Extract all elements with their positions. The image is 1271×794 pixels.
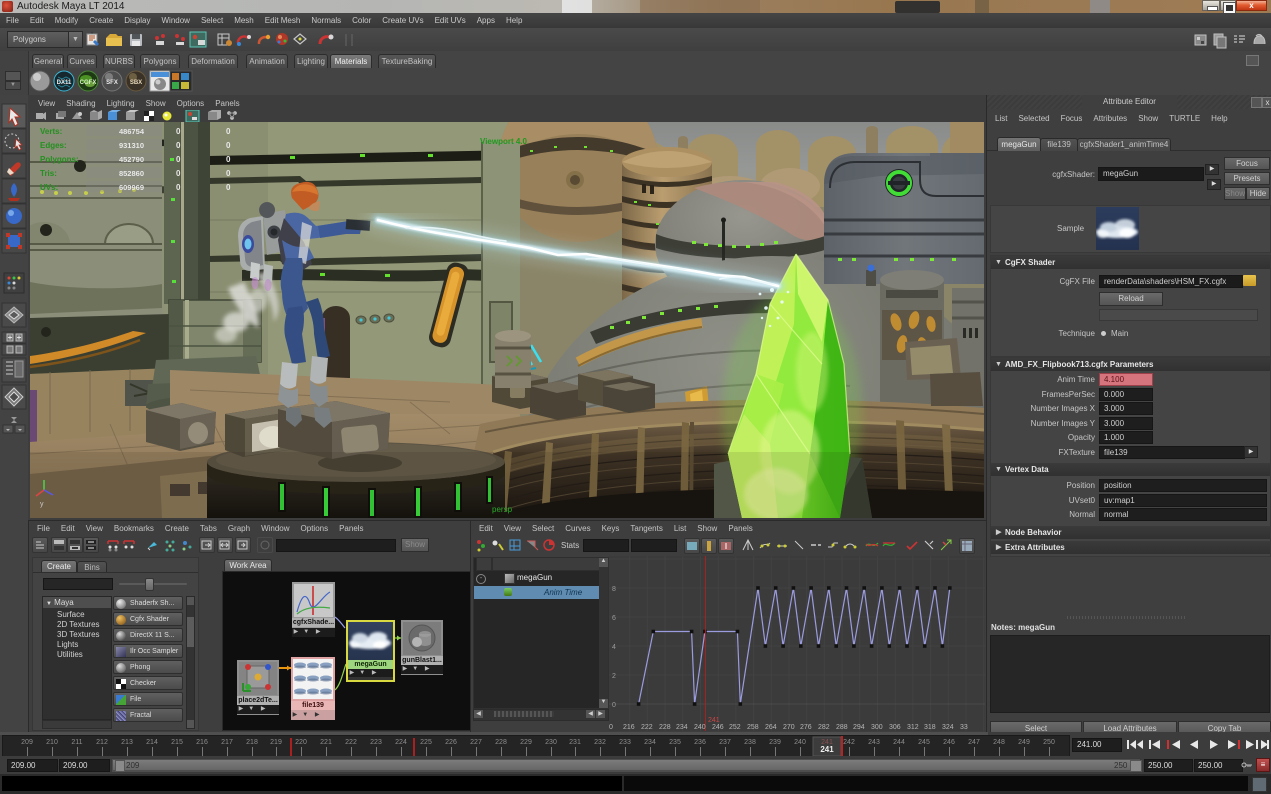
svg-text:221: 221 xyxy=(320,739,332,746)
svg-text:233: 233 xyxy=(619,739,631,746)
svg-text:6: 6 xyxy=(612,615,616,622)
svg-text:215: 215 xyxy=(171,739,183,746)
svg-text:452790: 452790 xyxy=(119,155,144,164)
svg-text:0: 0 xyxy=(176,169,181,178)
svg-text:239: 239 xyxy=(769,739,781,746)
svg-text:237: 237 xyxy=(719,739,731,746)
svg-text:8: 8 xyxy=(612,586,616,593)
svg-text:247: 247 xyxy=(968,739,980,746)
svg-text:234: 234 xyxy=(644,739,656,746)
svg-text:241: 241 xyxy=(821,739,833,746)
svg-text:Verts:: Verts: xyxy=(40,127,62,136)
svg-text:225: 225 xyxy=(420,739,432,746)
svg-text:231: 231 xyxy=(569,739,581,746)
svg-text:DX11: DX11 xyxy=(57,80,72,86)
svg-text:2: 2 xyxy=(612,673,616,680)
svg-text:Viewport 4.0: Viewport 4.0 xyxy=(480,137,528,146)
svg-text:SFX: SFX xyxy=(106,80,118,86)
svg-text:243: 243 xyxy=(868,739,880,746)
svg-text:232: 232 xyxy=(594,739,606,746)
svg-text:4: 4 xyxy=(612,644,616,651)
svg-text:609969: 609969 xyxy=(119,183,144,192)
svg-text:212: 212 xyxy=(96,739,108,746)
svg-text:y: y xyxy=(40,501,44,508)
svg-text:240: 240 xyxy=(794,739,806,746)
svg-text:228: 228 xyxy=(495,739,507,746)
svg-text:224: 224 xyxy=(395,739,407,746)
svg-text:217: 217 xyxy=(221,739,233,746)
svg-text:0: 0 xyxy=(176,127,181,136)
svg-text:235: 235 xyxy=(669,739,681,746)
svg-text:216: 216 xyxy=(196,739,208,746)
svg-text:238: 238 xyxy=(744,739,756,746)
svg-text:226: 226 xyxy=(445,739,457,746)
svg-text:248: 248 xyxy=(993,739,1005,746)
svg-text:0: 0 xyxy=(226,127,231,136)
svg-text:242: 242 xyxy=(843,739,855,746)
svg-text:227: 227 xyxy=(470,739,482,746)
svg-text:CGFX: CGFX xyxy=(80,80,97,86)
svg-text:213: 213 xyxy=(121,739,133,746)
svg-text:229: 229 xyxy=(520,739,532,746)
svg-text:223: 223 xyxy=(370,739,382,746)
svg-text:210: 210 xyxy=(46,739,58,746)
svg-text:209: 209 xyxy=(21,739,33,746)
svg-text:0: 0 xyxy=(612,702,616,709)
svg-text:211: 211 xyxy=(71,739,82,746)
svg-text:0: 0 xyxy=(226,183,231,192)
svg-text:persp: persp xyxy=(492,505,513,514)
svg-text:Edges:: Edges: xyxy=(40,141,67,150)
svg-text:852860: 852860 xyxy=(119,169,144,178)
svg-text:241: 241 xyxy=(708,717,720,724)
svg-text:0: 0 xyxy=(176,155,181,164)
svg-text:931310: 931310 xyxy=(119,141,144,150)
svg-text:0: 0 xyxy=(176,141,181,150)
svg-text:245: 245 xyxy=(918,739,930,746)
svg-text:249: 249 xyxy=(1018,739,1030,746)
svg-text:0: 0 xyxy=(176,183,181,192)
svg-text:222: 222 xyxy=(345,739,357,746)
svg-text:SBX: SBX xyxy=(130,80,142,86)
svg-text:220: 220 xyxy=(295,739,307,746)
svg-text:241: 241 xyxy=(820,745,834,754)
svg-text:218: 218 xyxy=(246,739,258,746)
svg-text:244: 244 xyxy=(893,739,905,746)
svg-text:250: 250 xyxy=(1043,739,1055,746)
svg-text:Tris:: Tris: xyxy=(40,169,57,178)
svg-text:219: 219 xyxy=(270,739,282,746)
svg-text:Polygons:: Polygons: xyxy=(40,155,79,164)
svg-text:486754: 486754 xyxy=(119,127,145,136)
svg-text:UVs:: UVs: xyxy=(40,183,58,192)
svg-text:214: 214 xyxy=(146,739,158,746)
svg-text:0: 0 xyxy=(226,155,231,164)
svg-text:246: 246 xyxy=(943,739,955,746)
svg-text:236: 236 xyxy=(694,739,706,746)
svg-text:230: 230 xyxy=(545,739,557,746)
svg-text:0: 0 xyxy=(226,169,231,178)
svg-text:0: 0 xyxy=(226,141,231,150)
